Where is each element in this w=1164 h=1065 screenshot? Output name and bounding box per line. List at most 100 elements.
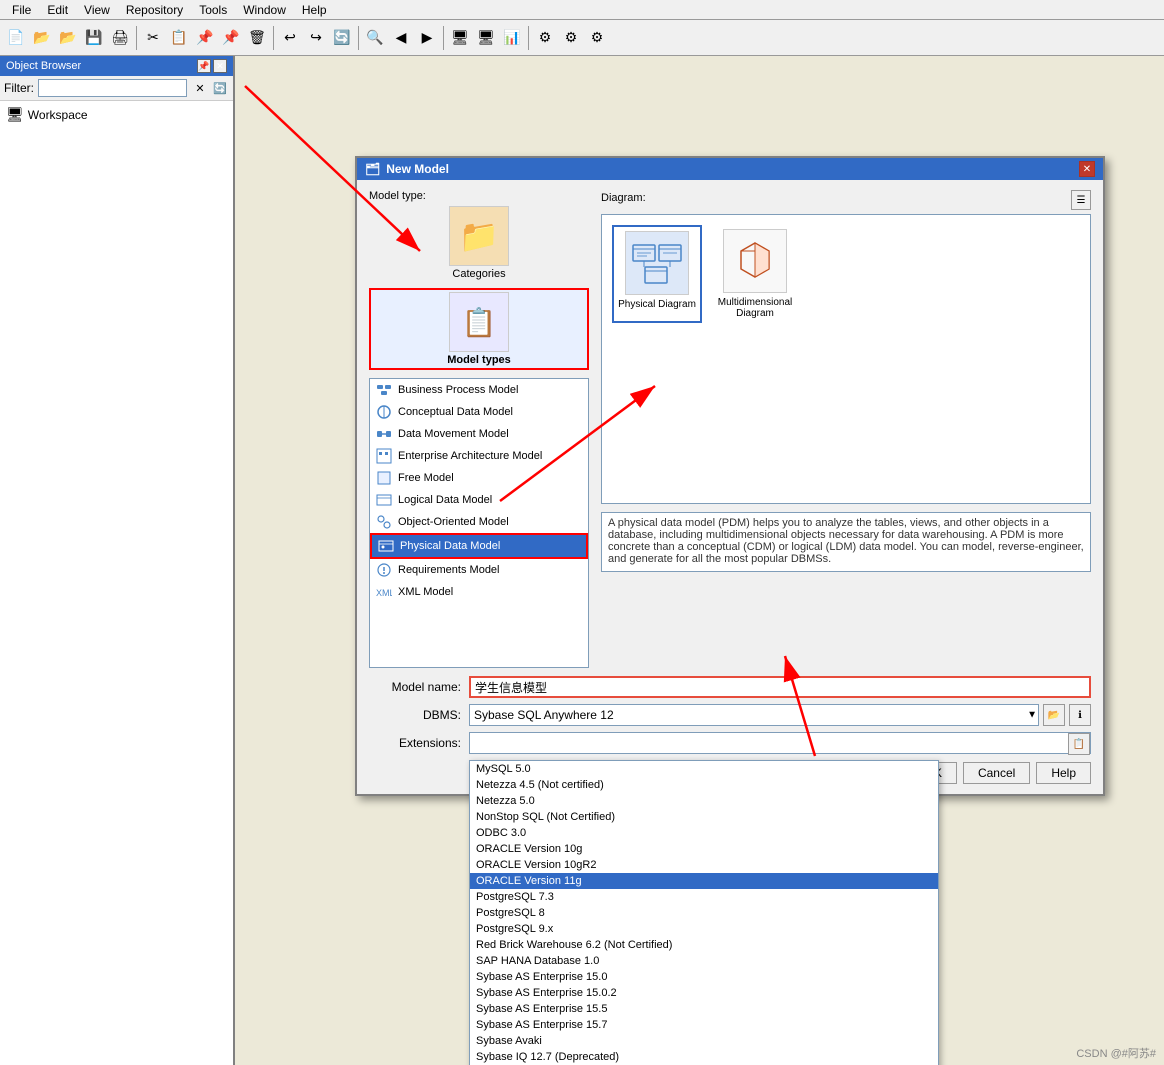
dropdown-item[interactable]: ORACLE Version 10gR2: [470, 857, 938, 873]
oom-label: Object-Oriented Model: [398, 516, 509, 528]
dropdown-item[interactable]: SAP HANA Database 1.0: [470, 953, 938, 969]
model-list-item-rm[interactable]: Requirements Model: [370, 559, 588, 581]
dropdown-item[interactable]: Sybase AS Enterprise 15.0: [470, 969, 938, 985]
rm-icon: [376, 562, 392, 578]
model-list-item-ldm[interactable]: Logical Data Model: [370, 489, 588, 511]
toolbar-view3[interactable]: 📊: [500, 26, 524, 50]
model-list-item-cdm[interactable]: Conceptual Data Model: [370, 401, 588, 423]
toolbar-extra2[interactable]: ⚙: [559, 26, 583, 50]
physical-diagram-item[interactable]: Physical Diagram: [612, 225, 702, 323]
menu-help[interactable]: Help: [294, 3, 335, 17]
model-name-row: Model name:: [369, 676, 1091, 698]
toolbar-next[interactable]: ▶: [415, 26, 439, 50]
filter-refresh-icon[interactable]: 🔄: [211, 79, 229, 97]
menu-file[interactable]: File: [4, 3, 39, 17]
description-text: A physical data model (PDM) helps you to…: [608, 517, 1084, 565]
multidim-diagram-item[interactable]: Multidimensional Diagram: [710, 225, 800, 323]
description-area: A physical data model (PDM) helps you to…: [601, 512, 1091, 572]
model-list-item-fm[interactable]: Free Model: [370, 467, 588, 489]
dropdown-item[interactable]: Sybase IQ 12.7 (Deprecated): [470, 1049, 938, 1065]
diagram-view-btn[interactable]: ☰: [1071, 190, 1091, 210]
workspace-tree-item[interactable]: 🖥 Workspace: [4, 105, 229, 124]
dbms-dropdown-list[interactable]: MySQL 5.0Netezza 4.5 (Not certified)Nete…: [469, 760, 939, 1065]
model-list-item-pdm[interactable]: Physical Data Model: [370, 533, 588, 559]
extensions-field: 📋: [469, 732, 1091, 754]
toolbar-print[interactable]: 🖨: [108, 26, 132, 50]
menu-bar: File Edit View Repository Tools Window H…: [0, 0, 1164, 20]
toolbar-search[interactable]: 🔍: [363, 26, 387, 50]
toolbar-open2[interactable]: 📂: [56, 26, 80, 50]
filter-input[interactable]: [38, 79, 187, 97]
dropdown-item[interactable]: ORACLE Version 10g: [470, 841, 938, 857]
toolbar-view2[interactable]: 🖥: [474, 26, 498, 50]
toolbar-prev[interactable]: ◀: [389, 26, 413, 50]
menu-window[interactable]: Window: [235, 3, 294, 17]
panel-pin-btn[interactable]: 📌: [197, 59, 211, 73]
toolbar-new[interactable]: 📄: [4, 26, 28, 50]
separator-5: [528, 26, 529, 50]
dbms-select-container: Sybase SQL Anywhere 12 ▼: [469, 704, 1039, 726]
toolbar-view1[interactable]: 🖥: [448, 26, 472, 50]
toolbar-cut[interactable]: ✂: [141, 26, 165, 50]
cdm-icon: [376, 404, 392, 420]
toolbar-copy[interactable]: 📋: [167, 26, 191, 50]
diagram-column: Diagram: ☰: [601, 190, 1091, 668]
fm-label: Free Model: [398, 472, 454, 484]
toolbar-extra1[interactable]: ⚙: [533, 26, 557, 50]
model-name-input[interactable]: [469, 676, 1091, 698]
ldm-label: Logical Data Model: [398, 494, 492, 506]
dropdown-item[interactable]: PostgreSQL 9.x: [470, 921, 938, 937]
toolbar-extra3[interactable]: ⚙: [585, 26, 609, 50]
menu-edit[interactable]: Edit: [39, 3, 76, 17]
toolbar-save[interactable]: 💾: [82, 26, 106, 50]
menu-tools[interactable]: Tools: [191, 3, 235, 17]
dropdown-item[interactable]: Sybase AS Enterprise 15.7: [470, 1017, 938, 1033]
dbms-select[interactable]: Sybase SQL Anywhere 12: [469, 704, 1039, 726]
dropdown-item[interactable]: Red Brick Warehouse 6.2 (Not Certified): [470, 937, 938, 953]
model-list-item-eam[interactable]: Enterprise Architecture Model: [370, 445, 588, 467]
model-name-label: Model name:: [369, 680, 469, 694]
eam-icon: [376, 448, 392, 464]
dbms-info-button[interactable]: ℹ: [1069, 704, 1091, 726]
physical-diagram-icon: [625, 231, 689, 295]
cancel-button[interactable]: Cancel: [963, 762, 1030, 784]
toolbar-paste2[interactable]: 📌: [219, 26, 243, 50]
model-list-item-oom[interactable]: Object-Oriented Model: [370, 511, 588, 533]
toolbar-paste[interactable]: 📌: [193, 26, 217, 50]
xml-label: XML Model: [398, 586, 453, 598]
watermark: CSDN @#阿苏#: [1076, 1045, 1156, 1061]
dropdown-item[interactable]: Netezza 5.0: [470, 793, 938, 809]
toolbar-open[interactable]: 📂: [30, 26, 54, 50]
separator-3: [358, 26, 359, 50]
dropdown-item[interactable]: NonStop SQL (Not Certified): [470, 809, 938, 825]
filter-clear-icon[interactable]: ✕: [191, 79, 209, 97]
dialog-close-button[interactable]: ✕: [1079, 161, 1095, 177]
panel-title-bar: Object Browser 📌 ✕: [0, 56, 233, 76]
panel-close-btn[interactable]: ✕: [213, 59, 227, 73]
dropdown-item[interactable]: PostgreSQL 7.3: [470, 889, 938, 905]
model-type-list[interactable]: Business Process Model Conceptual Data M…: [369, 378, 589, 668]
dropdown-item[interactable]: Sybase AS Enterprise 15.0.2: [470, 985, 938, 1001]
dbms-browse-button[interactable]: 📂: [1043, 704, 1065, 726]
model-list-item-bpm[interactable]: Business Process Model: [370, 379, 588, 401]
dropdown-item[interactable]: ORACLE Version 11g: [470, 873, 938, 889]
menu-repository[interactable]: Repository: [118, 3, 191, 17]
menu-view[interactable]: View: [76, 3, 118, 17]
dbms-label: DBMS:: [369, 708, 469, 722]
dropdown-item[interactable]: MySQL 5.0: [470, 761, 938, 777]
toolbar-delete[interactable]: 🗑: [245, 26, 269, 50]
main-area: Object Browser 📌 ✕ Filter: ✕ 🔄 🖥 Workspa…: [0, 56, 1164, 1065]
toolbar: 📄 📂 📂 💾 🖨 ✂ 📋 📌 📌 🗑 ↩ ↪ 🔄 🔍 ◀ ▶ 🖥 🖥 📊 ⚙ …: [0, 20, 1164, 56]
dropdown-item[interactable]: Sybase Avaki: [470, 1033, 938, 1049]
toolbar-redo[interactable]: ↪: [304, 26, 328, 50]
toolbar-refresh[interactable]: 🔄: [330, 26, 354, 50]
model-list-item-dmm[interactable]: Data Movement Model: [370, 423, 588, 445]
extensions-browse-btn[interactable]: 📋: [1068, 733, 1090, 755]
help-button[interactable]: Help: [1036, 762, 1091, 784]
dropdown-item[interactable]: Netezza 4.5 (Not certified): [470, 777, 938, 793]
dropdown-item[interactable]: PostgreSQL 8: [470, 905, 938, 921]
dropdown-item[interactable]: ODBC 3.0: [470, 825, 938, 841]
dropdown-item[interactable]: Sybase AS Enterprise 15.5: [470, 1001, 938, 1017]
toolbar-undo[interactable]: ↩: [278, 26, 302, 50]
model-list-item-xml[interactable]: XML XML Model: [370, 581, 588, 603]
